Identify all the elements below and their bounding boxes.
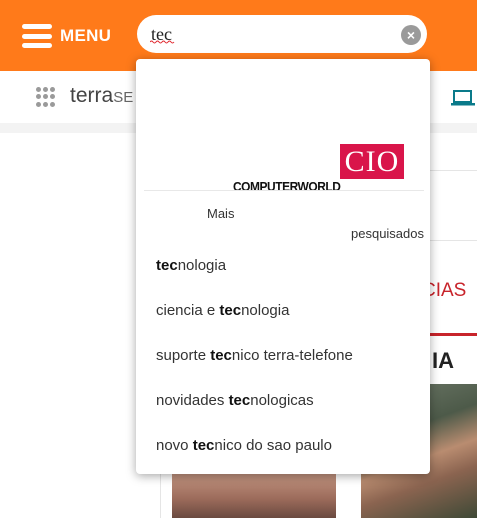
terra-logo[interactable]: terraSE	[70, 84, 133, 108]
search-input[interactable]	[151, 22, 391, 46]
suggestion-prefix: ciencia e	[156, 302, 220, 319]
suggestion-match: tec	[192, 437, 215, 454]
divider-line	[430, 170, 477, 171]
pesquisados-label: pesquisados	[351, 226, 424, 241]
suggestion-item[interactable]: ciencia e tecnologia	[156, 302, 289, 319]
suggestion-match: tec	[228, 392, 251, 409]
spellcheck-underline	[150, 40, 175, 44]
mais-label: Mais	[207, 206, 235, 221]
suggestion-suffix: nologia	[177, 257, 227, 274]
suggestion-match: tec	[219, 302, 242, 319]
suggestion-prefix: suporte	[156, 347, 211, 364]
laptop-icon[interactable]	[451, 89, 475, 107]
suggestion-suffix: nico do sao paulo	[214, 437, 332, 454]
hamburger-icon	[22, 24, 52, 48]
brand-suffix: SE	[113, 89, 134, 106]
suggestion-match: tec	[210, 347, 232, 364]
suggestion-match: tec	[156, 257, 178, 274]
brand-main: terra	[70, 84, 114, 107]
news-photo[interactable]	[172, 470, 336, 518]
close-icon[interactable]: ×	[401, 25, 421, 45]
headline-fragment[interactable]: IA	[432, 348, 454, 374]
cio-logo: CIO	[340, 144, 404, 179]
menu-button[interactable]: MENU	[22, 22, 111, 50]
computerworld-logo: COMPUTERWORLD	[233, 179, 341, 194]
suggestion-suffix: nologicas	[250, 392, 314, 409]
divider-line	[430, 240, 477, 241]
menu-label: MENU	[60, 26, 112, 45]
suggestion-suffix: nico terra-telefone	[231, 347, 353, 364]
search-box[interactable]	[137, 15, 427, 53]
search-suggestions-dropdown: CIO COMPUTERWORLD Mais pesquisados tecno…	[136, 59, 430, 474]
suggestion-prefix: novidades	[156, 392, 229, 409]
separator	[144, 190, 424, 191]
suggestion-suffix: nologia	[241, 302, 290, 319]
suggestion-item[interactable]: novidades tecnologicas	[156, 392, 314, 409]
suggestion-item[interactable]: tecnologia	[156, 257, 226, 274]
ad-banner[interactable]: CIO COMPUTERWORLD	[136, 59, 430, 194]
suggestion-item[interactable]: novo tecnico do sao paulo	[156, 437, 332, 454]
suggestion-item[interactable]: suporte tecnico terra-telefone	[156, 347, 353, 364]
suggestion-prefix: novo	[156, 437, 193, 454]
apps-grid-icon[interactable]	[36, 87, 56, 107]
